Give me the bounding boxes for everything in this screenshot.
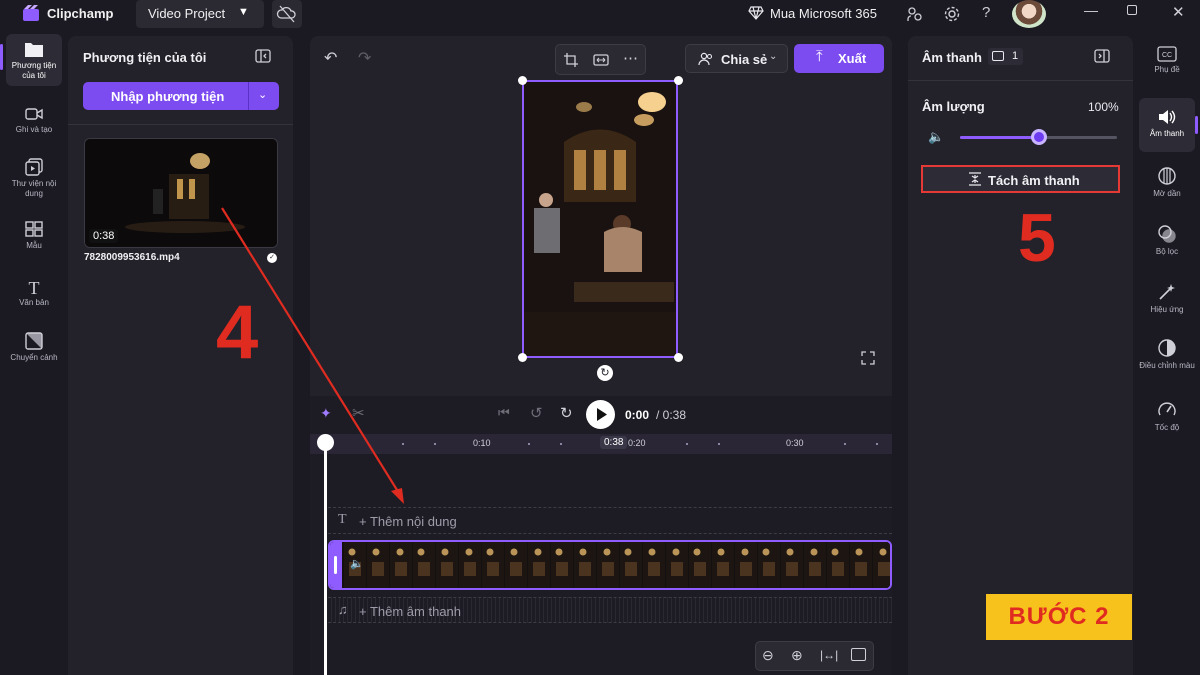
annotation-arrow: [221, 207, 404, 504]
step-4-label: 4: [216, 290, 259, 375]
step-banner: BƯỚC 2: [986, 594, 1132, 640]
step-5-label: 5: [1018, 200, 1056, 276]
